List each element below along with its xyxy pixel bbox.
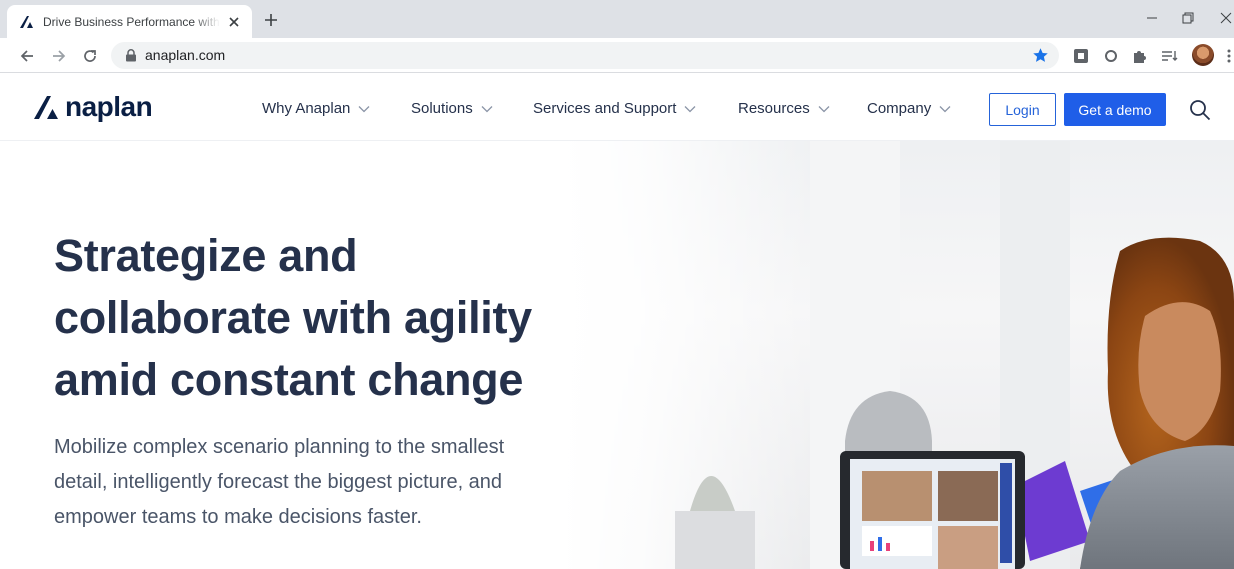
get-a-demo-button[interactable]: Get a demo [1064,93,1166,126]
nav-label: Resources [738,100,810,117]
nav-resources[interactable]: Resources [738,100,830,117]
search-icon[interactable] [1189,99,1211,121]
nav-services-and-support[interactable]: Services and Support [533,100,696,117]
hero-title-line: amid constant change [54,354,524,405]
chevron-down-icon [939,105,951,112]
anaplan-logo-mark-icon [34,96,58,119]
nav-label: Solutions [411,100,473,117]
nav-label: Why Anaplan [262,100,351,117]
puzzle-extensions-icon[interactable] [1130,47,1148,65]
hero-illustration [675,141,1234,569]
menu-kebab-icon[interactable] [1227,48,1231,64]
hero-title-line: Strategize and [54,230,358,281]
hero-title: Strategize and collaborate with agility … [54,225,654,411]
chevron-down-icon [684,105,696,112]
reload-icon[interactable] [81,47,99,65]
nav-why-anaplan[interactable]: Why Anaplan [262,100,370,117]
chevron-down-icon [358,105,370,112]
site-header: naplan Why Anaplan Solutions Services an… [0,74,1234,141]
nav-company[interactable]: Company [867,100,951,117]
forward-arrow-icon[interactable] [50,47,68,65]
nav-label: Services and Support [533,100,677,117]
url-text: anaplan.com [145,47,226,63]
window-close-icon[interactable] [1218,10,1234,26]
close-icon[interactable] [226,14,242,30]
browser-tab[interactable]: Drive Business Performance with [7,5,252,38]
nav-label: Company [867,100,932,117]
address-bar[interactable]: anaplan.com [111,42,1059,69]
logo-text: naplan [65,91,153,122]
hero-image [560,141,1234,569]
minimize-icon[interactable] [1144,10,1160,26]
anaplan-logo[interactable]: naplan [34,91,153,123]
browser-toolbar: anaplan.com [0,38,1234,73]
new-tab-icon[interactable] [262,11,280,29]
hero-title-line: collaborate with agility [54,292,532,343]
extension-square-icon[interactable] [1072,47,1090,65]
chevron-down-icon [818,105,830,112]
hero-section: Strategize and collaborate with agility … [0,141,1234,569]
back-arrow-icon[interactable] [18,47,36,65]
tab-title: Drive Business Performance with [43,14,220,29]
login-button[interactable]: Login [989,93,1056,126]
star-icon[interactable] [1032,47,1049,64]
anaplan-a-icon [20,15,33,28]
hero-subtitle: Mobilize complex scenario planning to th… [54,436,505,528]
browser-tabstrip: Drive Business Performance with [0,0,1234,38]
restore-icon[interactable] [1180,10,1196,26]
nav-solutions[interactable]: Solutions [411,100,493,117]
reading-list-icon[interactable] [1160,47,1178,65]
lock-icon [126,49,136,62]
chevron-down-icon [481,105,493,112]
profile-avatar[interactable] [1192,44,1214,66]
extension-circle-icon[interactable] [1102,47,1120,65]
